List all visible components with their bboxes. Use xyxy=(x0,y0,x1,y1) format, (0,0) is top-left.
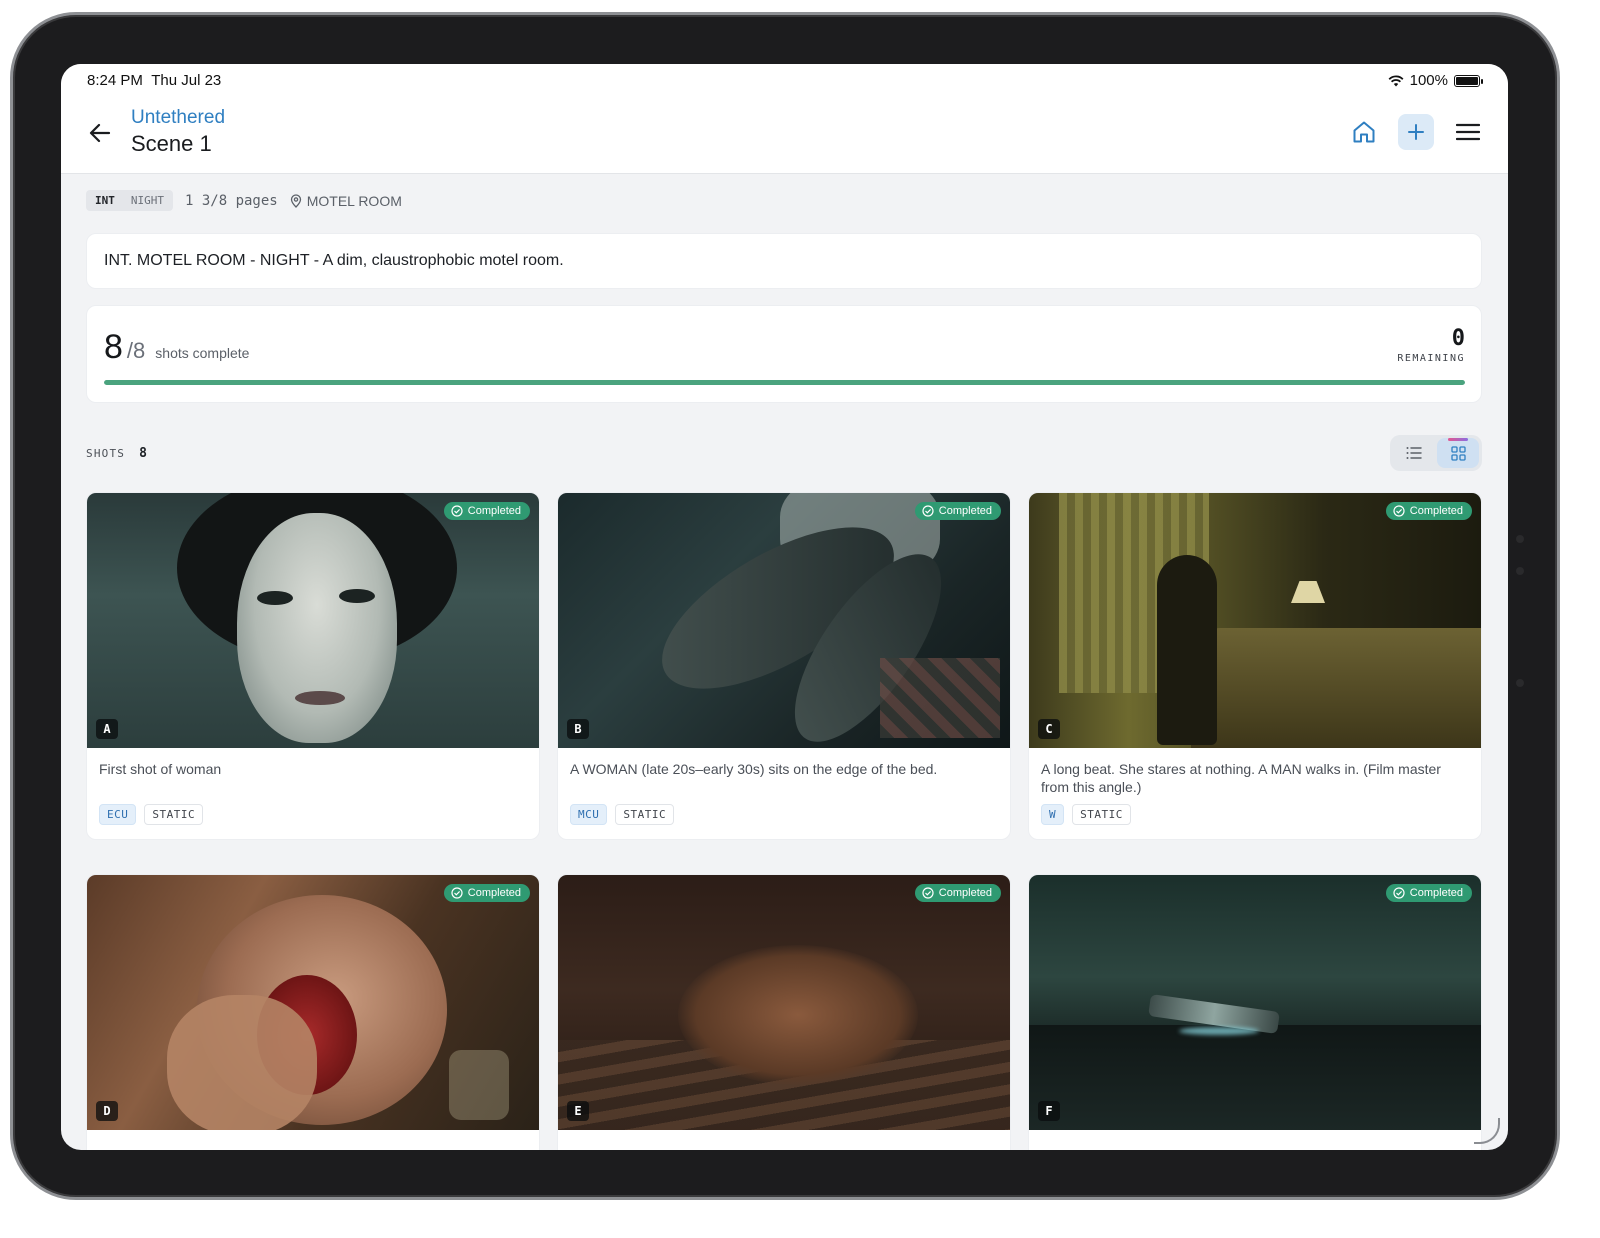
shot-card[interactable]: Completed C A long beat. She stares at n… xyxy=(1028,492,1482,840)
shots-count: 8 xyxy=(139,446,147,461)
check-circle-icon xyxy=(922,505,934,517)
check-circle-icon xyxy=(1393,887,1405,899)
shot-card[interactable]: Completed B A WOMAN (late 20s–early 30s)… xyxy=(557,492,1011,840)
add-button[interactable] xyxy=(1398,114,1434,150)
completed-badge: Completed xyxy=(914,502,1001,520)
progress-count: 8 /8 shots complete xyxy=(104,328,249,367)
shot-card[interactable]: Completed D xyxy=(86,874,540,1150)
progress-fill xyxy=(104,380,1465,385)
plus-icon xyxy=(1408,124,1424,140)
scroll-corner xyxy=(1474,1118,1500,1144)
shot-thumbnail: Completed F xyxy=(1029,875,1481,1130)
page-title: Scene 1 xyxy=(131,131,212,156)
scene-meta: INT NIGHT 1 3/8 pages MOTEL ROOM xyxy=(86,190,402,211)
list-icon xyxy=(1406,447,1422,459)
menu-button[interactable] xyxy=(1450,114,1486,150)
remaining-label: REMAINING xyxy=(1397,353,1465,364)
status-label: Completed xyxy=(467,505,521,517)
progress-bar xyxy=(104,380,1465,385)
check-circle-icon xyxy=(451,887,463,899)
camera-dot xyxy=(1516,535,1524,543)
shot-letter: E xyxy=(567,1101,589,1121)
status-label: Completed xyxy=(1409,887,1463,899)
shot-thumbnail: Completed C xyxy=(1029,493,1481,748)
shot-letter: D xyxy=(96,1101,118,1121)
list-view-button[interactable] xyxy=(1393,438,1435,468)
check-circle-icon xyxy=(922,887,934,899)
remaining-counter: 0 REMAINING xyxy=(1397,326,1465,364)
shot-thumbnail: Completed A xyxy=(87,493,539,748)
time-of-day-label: NIGHT xyxy=(130,194,164,207)
movement-tag: STATIC xyxy=(615,804,675,825)
shot-thumbnail: Completed D xyxy=(87,875,539,1130)
shot-size-tag: MCU xyxy=(570,804,608,825)
shot-size-tag: W xyxy=(1041,804,1065,825)
int-ext-badge: INT NIGHT xyxy=(86,190,173,211)
shot-description: First shot of woman xyxy=(99,761,222,777)
status-bar: 8:24 PM Thu Jul 23 100% xyxy=(61,64,1508,98)
home-button[interactable] xyxy=(1346,114,1382,150)
completed-badge: Completed xyxy=(1385,884,1472,902)
completed-badge: Completed xyxy=(443,502,530,520)
project-link[interactable]: Untethered xyxy=(131,106,225,130)
wifi-icon xyxy=(1388,74,1404,86)
status-time: 8:24 PM Thu Jul 23 xyxy=(87,72,221,89)
nav-titles: Untethered Scene 1 xyxy=(131,106,225,158)
shot-letter: B xyxy=(567,719,589,739)
page-count: 1 3/8 pages xyxy=(185,192,278,209)
check-circle-icon xyxy=(451,505,463,517)
grid-icon xyxy=(1450,445,1466,461)
status-label: Completed xyxy=(467,887,521,899)
scene-heading: INT. MOTEL ROOM - NIGHT - A dim, claustr… xyxy=(86,233,1482,289)
shot-letter: C xyxy=(1038,719,1060,739)
view-toggle xyxy=(1390,435,1482,471)
home-icon xyxy=(1353,121,1375,143)
date: Thu Jul 23 xyxy=(151,72,222,89)
nav-actions xyxy=(1346,114,1486,150)
status-label: Completed xyxy=(938,887,992,899)
location-name: MOTEL ROOM xyxy=(306,192,402,209)
shot-description: A WOMAN (late 20s–early 30s) sits on the… xyxy=(570,761,938,777)
shot-letter: A xyxy=(96,719,118,739)
shot-thumbnail: Completed B xyxy=(558,493,1010,748)
remaining-value: 0 xyxy=(1451,326,1465,351)
hamburger-icon xyxy=(1456,123,1480,141)
shot-card[interactable]: Completed F xyxy=(1028,874,1482,1150)
shot-description: A long beat. She stares at nothing. A MA… xyxy=(1041,761,1441,795)
location-pin-icon xyxy=(290,193,301,208)
nav-bar: Untethered Scene 1 xyxy=(61,98,1508,174)
back-arrow-icon[interactable] xyxy=(87,120,113,146)
grid-view-button[interactable] xyxy=(1437,438,1479,468)
shots-header: SHOTS 8 xyxy=(86,446,147,461)
int-ext-label: INT xyxy=(95,194,115,207)
movement-tag: STATIC xyxy=(144,804,204,825)
shots-label: SHOTS xyxy=(86,447,126,460)
check-circle-icon xyxy=(1393,505,1405,517)
shot-size-tag: ECU xyxy=(99,804,137,825)
completed-badge: Completed xyxy=(443,884,530,902)
status-label: Completed xyxy=(938,505,992,517)
shot-grid: Completed A First shot of woman ECU STAT… xyxy=(86,492,1482,1150)
sensor-dot xyxy=(1516,679,1524,687)
total-count: /8 xyxy=(126,338,146,363)
completed-count: 8 xyxy=(104,328,123,366)
status-label: Completed xyxy=(1409,505,1463,517)
progress-label: shots complete xyxy=(155,345,250,361)
app-screen: 8:24 PM Thu Jul 23 100% Untethered Scene… xyxy=(61,64,1508,1150)
shot-letter: F xyxy=(1038,1101,1060,1121)
completed-badge: Completed xyxy=(914,884,1001,902)
location: MOTEL ROOM xyxy=(290,193,402,209)
battery-percent: 100% xyxy=(1409,72,1448,89)
shot-card[interactable]: Completed A First shot of woman ECU STAT… xyxy=(86,492,540,840)
shot-card[interactable]: Completed E xyxy=(557,874,1011,1150)
progress-card: 8 /8 shots complete 0 REMAINING xyxy=(86,305,1482,403)
completed-badge: Completed xyxy=(1385,502,1472,520)
status-indicators: 100% xyxy=(1388,72,1483,89)
battery-icon xyxy=(1454,74,1483,87)
clock: 8:24 PM xyxy=(87,72,143,89)
sensor-dot xyxy=(1516,567,1524,575)
movement-tag: STATIC xyxy=(1072,804,1131,825)
shot-thumbnail: Completed E xyxy=(558,875,1010,1130)
